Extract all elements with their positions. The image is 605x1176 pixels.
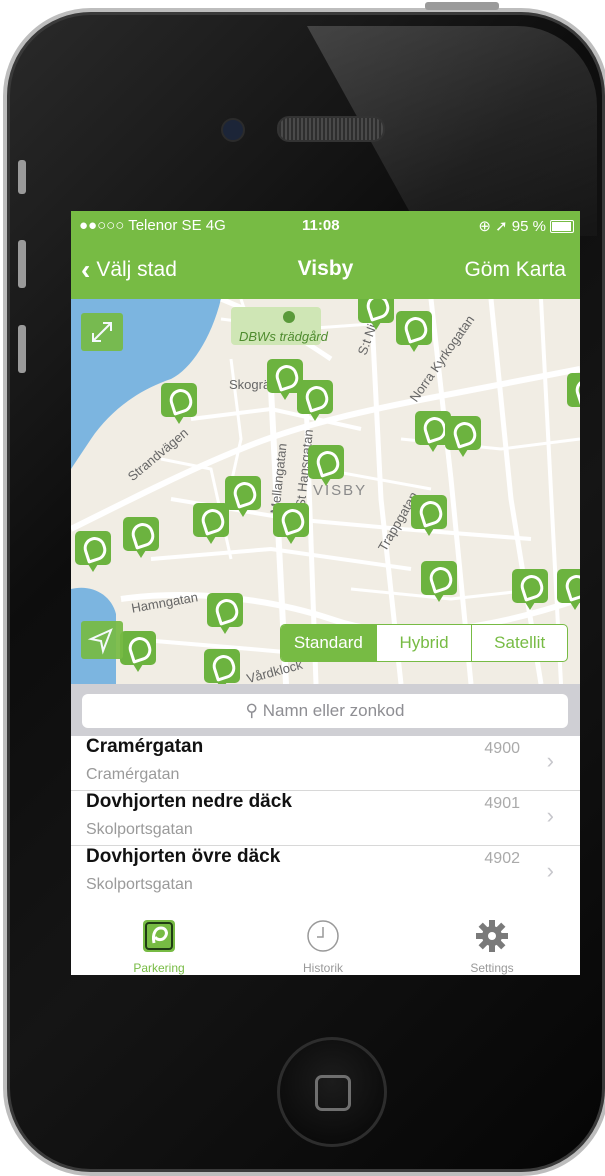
zone-street: Skolportsgatan bbox=[86, 821, 193, 838]
parking-pin[interactable] bbox=[567, 373, 580, 411]
volume-up-button bbox=[18, 240, 26, 288]
parking-pin[interactable] bbox=[512, 569, 548, 610]
home-square-icon bbox=[315, 1075, 351, 1111]
parking-pin[interactable] bbox=[123, 517, 159, 558]
home-button[interactable] bbox=[277, 1037, 387, 1147]
front-camera bbox=[221, 118, 245, 142]
chevron-right-icon: › bbox=[546, 748, 554, 773]
parking-pin[interactable] bbox=[120, 631, 156, 672]
chevron-right-icon: › bbox=[546, 803, 554, 828]
zone-name: Dovhjorten nedre däck bbox=[86, 791, 292, 812]
expand-icon bbox=[92, 322, 112, 342]
search-icon: ⚲ bbox=[245, 701, 258, 720]
battery-percent: ⊕ ➚ 95 % bbox=[478, 218, 546, 235]
list-item[interactable]: Dovhjorten övre däck Skolportsgatan 4902… bbox=[71, 846, 580, 900]
search-placeholder: Namn eller zonkod bbox=[262, 701, 405, 720]
parking-pin[interactable] bbox=[207, 593, 243, 634]
parking-pin[interactable] bbox=[411, 495, 447, 536]
status-time: 11:08 bbox=[302, 217, 340, 234]
parking-pin[interactable] bbox=[193, 503, 229, 544]
carrier-label: ●●○○○ Telenor SE 4G bbox=[79, 217, 226, 234]
map-view[interactable]: DBWs trädgård VISBY Hamngatan Strandväge… bbox=[71, 299, 580, 684]
parking-pin[interactable] bbox=[75, 531, 111, 572]
search-bar: ⚲ Namn eller zonkod bbox=[71, 684, 580, 736]
parking-pin[interactable] bbox=[308, 445, 344, 486]
battery-icon bbox=[550, 220, 574, 233]
list-item[interactable]: Cramérgatan Cramérgatan 4900 › bbox=[71, 736, 580, 791]
chevron-right-icon: › bbox=[546, 858, 554, 883]
tab-label: Settings bbox=[470, 961, 514, 975]
hide-map-button[interactable]: Göm Karta bbox=[464, 258, 566, 282]
clock-icon bbox=[307, 920, 339, 952]
parking-pin[interactable] bbox=[273, 503, 309, 544]
map-type-standard[interactable]: Standard bbox=[281, 625, 376, 661]
expand-map-button[interactable] bbox=[81, 313, 123, 351]
map-type-hybrid[interactable]: Hybrid bbox=[375, 625, 472, 661]
tab-label: Historik bbox=[302, 961, 343, 975]
parking-pin[interactable] bbox=[204, 649, 240, 684]
parking-pin[interactable] bbox=[161, 383, 197, 424]
status-bar: ●●○○○ Telenor SE 4G 11:08 ⊕ ➚ 95 % bbox=[71, 211, 580, 241]
zone-code: 4901 bbox=[484, 795, 520, 812]
parking-pin[interactable] bbox=[421, 561, 457, 602]
zone-list: Cramérgatan Cramérgatan 4900 › Dovhjorte… bbox=[71, 736, 580, 900]
map-type-satellit[interactable]: Satellit bbox=[471, 625, 567, 661]
parking-pin[interactable] bbox=[358, 299, 394, 330]
zone-name: Cramérgatan bbox=[86, 736, 204, 757]
parking-pin[interactable] bbox=[445, 416, 481, 457]
app-screen: ●●○○○ Telenor SE 4G 11:08 ⊕ ➚ 95 % ‹ Väl… bbox=[71, 211, 580, 975]
parking-pin[interactable] bbox=[225, 476, 261, 517]
search-input[interactable]: ⚲ Namn eller zonkod bbox=[82, 694, 568, 728]
tab-bar: Parkering Historik Settings bbox=[71, 911, 580, 975]
gear-icon bbox=[476, 920, 508, 952]
tab-label: Parkering bbox=[133, 961, 185, 975]
location-arrow-button[interactable] bbox=[81, 621, 123, 659]
zone-code: 4902 bbox=[484, 850, 520, 867]
parking-pin[interactable] bbox=[396, 311, 432, 352]
zone-name: Dovhjorten övre däck bbox=[86, 846, 281, 867]
map-label-garden: DBWs trädgård bbox=[239, 329, 328, 344]
zone-code: 4900 bbox=[484, 740, 520, 757]
zone-street: Skolportsgatan bbox=[86, 876, 193, 893]
parking-icon bbox=[143, 920, 175, 952]
volume-down-button bbox=[18, 325, 26, 373]
parking-pin[interactable] bbox=[297, 380, 333, 421]
mute-switch bbox=[18, 160, 26, 194]
navigation-bar: ‹ Välj stad Visby Göm Karta bbox=[71, 241, 580, 299]
earpiece-speaker bbox=[277, 116, 385, 142]
list-item[interactable]: Dovhjorten nedre däck Skolportsgatan 490… bbox=[71, 791, 580, 846]
map-type-segmented-control: Standard Hybrid Satellit bbox=[280, 624, 568, 662]
sleep-button bbox=[425, 2, 499, 10]
parking-pin[interactable] bbox=[557, 569, 580, 610]
location-arrow-icon bbox=[87, 628, 113, 655]
zone-street: Cramérgatan bbox=[86, 766, 180, 783]
